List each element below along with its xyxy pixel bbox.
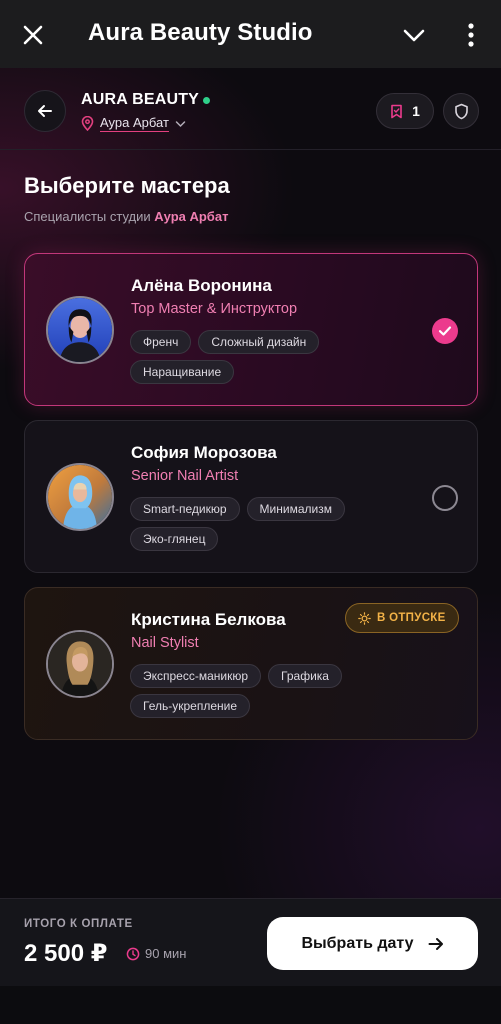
- clock-icon: [126, 947, 140, 960]
- saved-button[interactable]: 1: [376, 93, 434, 129]
- skill-tag: Минимализм: [246, 497, 345, 521]
- master-name: Кристина Белкова: [131, 610, 286, 629]
- location-selector[interactable]: Аура Арбат: [81, 115, 186, 132]
- skill-tags: Smart-педикюр Минимализм Эко-глянец: [130, 497, 420, 551]
- master-card[interactable]: Кристина Белкова Nail Stylist В ОТПУСКЕ …: [24, 587, 478, 740]
- arrow-left-icon: [38, 105, 52, 117]
- master-card[interactable]: София Морозова Senior Nail Artist Smart-…: [24, 420, 478, 573]
- saved-count: 1: [412, 103, 420, 119]
- vacation-badge: В ОТПУСКЕ: [345, 603, 459, 633]
- choose-date-label: Выбрать дату: [301, 934, 414, 952]
- chevron-down-icon[interactable]: [400, 22, 428, 48]
- checkout-footer: ИТОГО К ОПЛАТЕ 2 500 ₽ 90 мин Выбрать да…: [0, 898, 501, 986]
- skill-tag: Наращивание: [130, 360, 235, 384]
- page-title: Выберите мастера: [24, 173, 230, 198]
- skill-tag: Сложный дизайн: [198, 330, 320, 354]
- skill-tag: Графика: [268, 664, 342, 688]
- subtitle-studio: Аура Арбат: [154, 209, 229, 224]
- duration-text: 90 мин: [145, 946, 187, 961]
- avatar: [46, 630, 114, 698]
- master-role: Senior Nail Artist: [131, 468, 239, 484]
- master-role: Nail Stylist: [131, 635, 199, 651]
- total-price: 2 500 ₽: [24, 940, 108, 967]
- master-card[interactable]: Алёна Воронина Top Master & Инструктор Ф…: [24, 253, 478, 406]
- shield-icon: [454, 103, 468, 119]
- app-bar: Aura Beauty Studio: [0, 0, 501, 68]
- back-button[interactable]: [24, 90, 66, 132]
- vacation-label: В ОТПУСКЕ: [377, 612, 446, 624]
- check-icon: [438, 326, 452, 336]
- chevron-down-icon: [175, 120, 186, 127]
- choose-date-button[interactable]: Выбрать дату: [267, 917, 478, 970]
- total-label: ИТОГО К ОПЛАТЕ: [24, 918, 133, 930]
- close-icon[interactable]: [20, 22, 46, 48]
- system-bottom-bar: [0, 986, 501, 1024]
- map-pin-icon: [81, 116, 94, 131]
- skill-tag: Гель-укрепление: [130, 694, 250, 718]
- master-name: Алёна Воронина: [131, 276, 272, 295]
- page-subtitle: Специалисты студии Аура Арбат: [24, 209, 228, 224]
- master-selection-page: AURA BEAUTY Аура Арбат 1 Выберите мастер…: [0, 68, 501, 898]
- skill-tag: Эко-глянец: [130, 527, 219, 551]
- online-status-dot: [203, 97, 210, 104]
- safety-button[interactable]: [443, 93, 479, 129]
- studio-brand: AURA BEAUTY: [81, 91, 200, 108]
- subtitle-prefix: Специалисты студии: [24, 209, 155, 224]
- duration: 90 мин: [126, 946, 186, 961]
- avatar: [46, 296, 114, 364]
- skill-tag: Экспресс-маникюр: [130, 664, 262, 688]
- selected-radio[interactable]: [432, 318, 458, 344]
- bookmark-icon: [391, 104, 402, 118]
- skill-tags: Экспресс-маникюр Графика Гель-укрепление: [130, 664, 420, 718]
- select-radio[interactable]: [432, 485, 458, 511]
- skill-tags: Френч Сложный дизайн Наращивание: [130, 330, 420, 384]
- skill-tag: Френч: [130, 330, 192, 354]
- avatar: [46, 463, 114, 531]
- location-label: Аура Арбат: [100, 115, 169, 132]
- sun-icon: [358, 611, 371, 625]
- master-role: Top Master & Инструктор: [131, 301, 298, 317]
- skill-tag: Smart-педикюр: [130, 497, 240, 521]
- studio-header: AURA BEAUTY Аура Арбат 1: [0, 68, 501, 150]
- app-title: Aura Beauty Studio: [88, 19, 313, 46]
- more-icon[interactable]: [461, 20, 481, 50]
- arrow-right-icon: [428, 937, 443, 950]
- master-name: София Морозова: [131, 443, 277, 462]
